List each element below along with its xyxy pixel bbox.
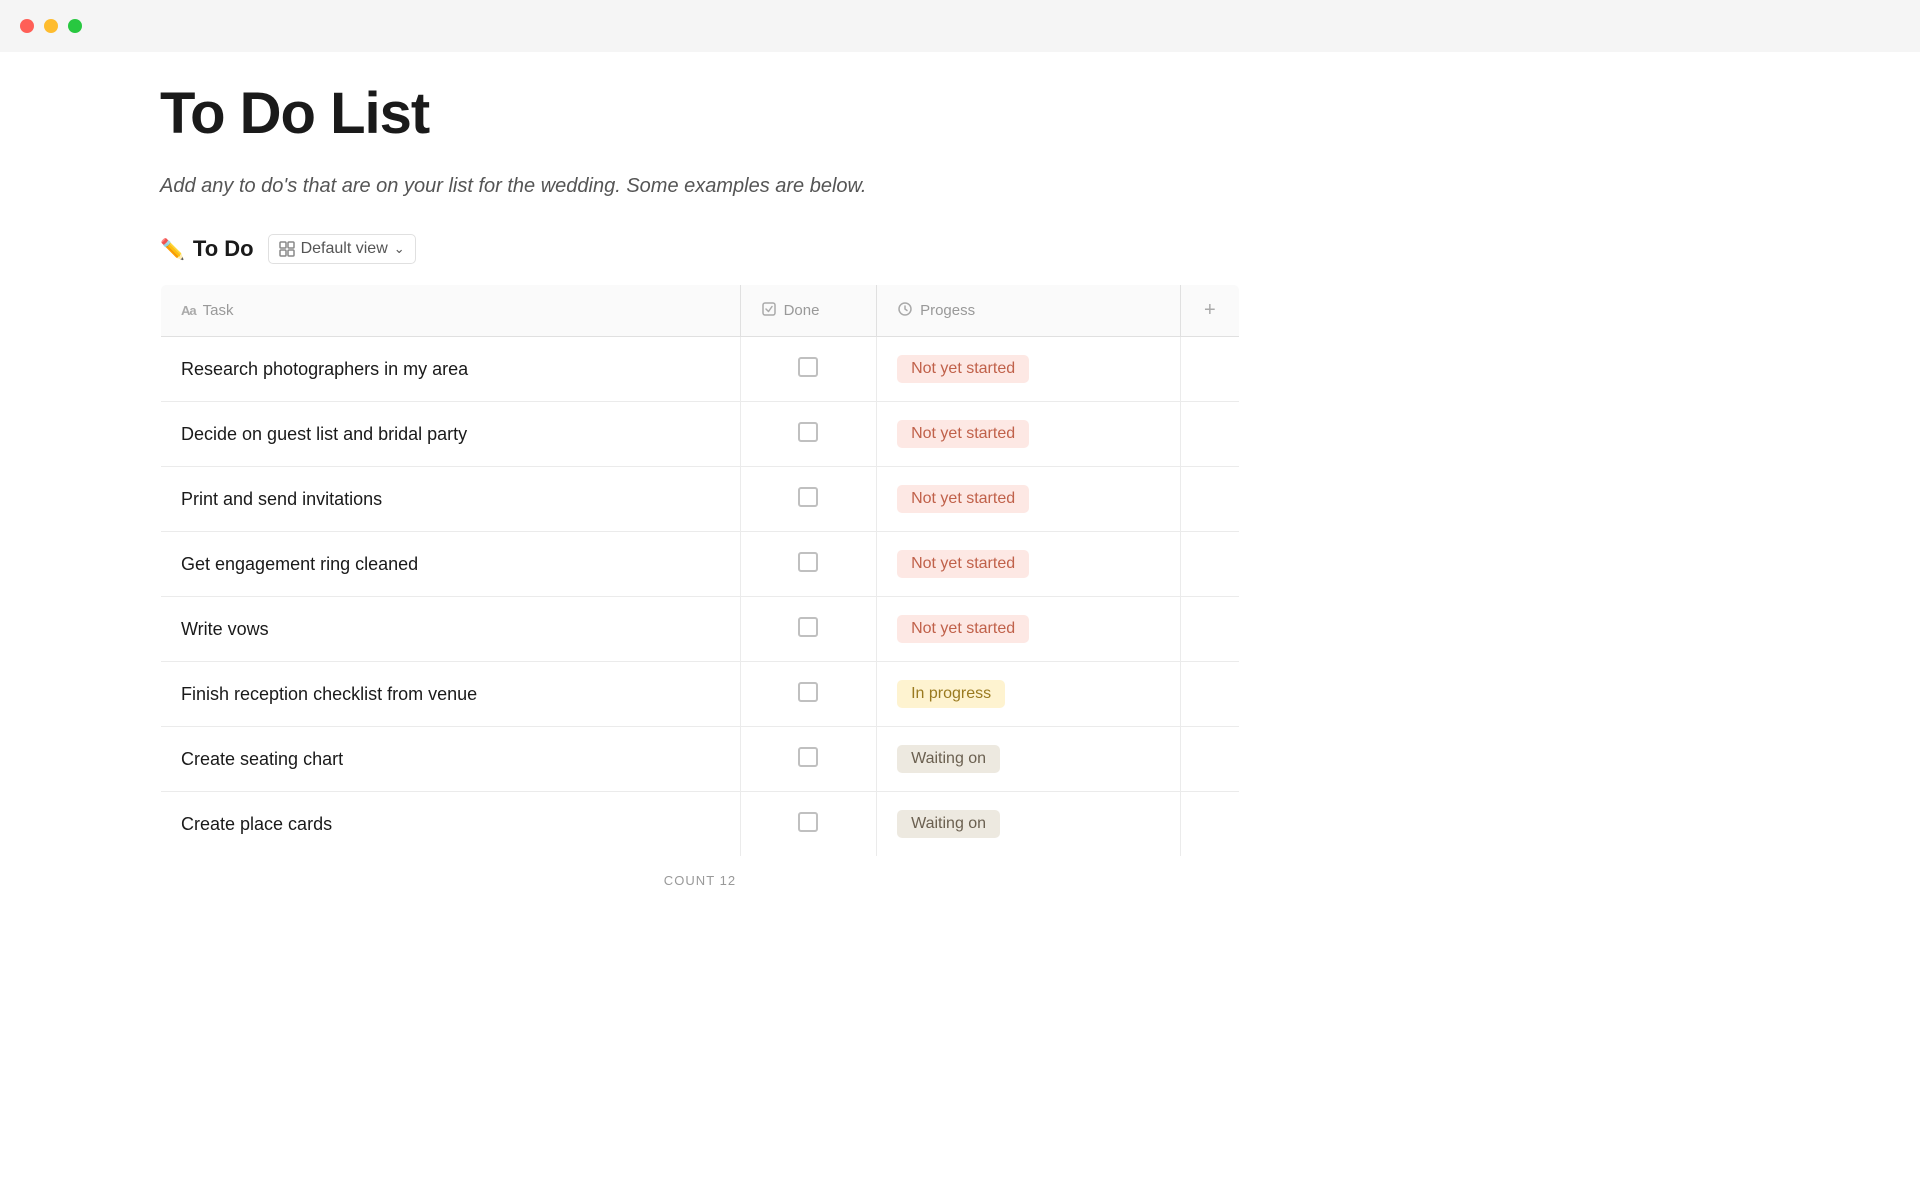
- task-checkbox[interactable]: [798, 487, 818, 507]
- task-done-cell[interactable]: [740, 727, 876, 792]
- page-subtitle: Add any to do's that are on your list fo…: [160, 175, 1240, 198]
- view-label: Default view: [301, 240, 388, 258]
- task-name-cell: Finish reception checklist from venue: [161, 662, 741, 727]
- task-name-cell: Print and send invitations: [161, 467, 741, 532]
- add-column-icon[interactable]: +: [1204, 299, 1216, 321]
- count-value: 12: [720, 873, 737, 888]
- task-extra-cell: [1180, 337, 1239, 402]
- database-title: ✏️ To Do: [160, 236, 254, 262]
- status-badge[interactable]: Not yet started: [897, 420, 1029, 448]
- task-name: Decide on guest list and bridal party: [181, 424, 467, 444]
- table-row: Finish reception checklist from venue In…: [161, 662, 1240, 727]
- table-row: Decide on guest list and bridal party No…: [161, 402, 1240, 467]
- column-header-add[interactable]: +: [1180, 285, 1239, 337]
- view-selector-button[interactable]: Default view ⌄: [268, 234, 416, 264]
- task-status-cell[interactable]: Waiting on: [877, 792, 1181, 857]
- table-footer: COUNT 12: [160, 873, 1240, 888]
- task-status-cell[interactable]: Not yet started: [877, 402, 1181, 467]
- task-extra-cell: [1180, 402, 1239, 467]
- database-title-text: To Do: [193, 236, 254, 262]
- task-status-cell[interactable]: Not yet started: [877, 597, 1181, 662]
- table-row: Research photographers in my area Not ye…: [161, 337, 1240, 402]
- task-checkbox[interactable]: [798, 552, 818, 572]
- table-row: Create seating chart Waiting on: [161, 727, 1240, 792]
- task-status-cell[interactable]: In progress: [877, 662, 1181, 727]
- table-row: Get engagement ring cleaned Not yet star…: [161, 532, 1240, 597]
- column-header-task: Aa Task: [161, 285, 741, 337]
- pencil-icon: ✏️: [160, 237, 185, 262]
- task-name-cell: Create place cards: [161, 792, 741, 857]
- task-status-cell[interactable]: Waiting on: [877, 727, 1181, 792]
- maximize-button[interactable]: [68, 19, 82, 33]
- task-name: Print and send invitations: [181, 489, 382, 509]
- status-badge[interactable]: Waiting on: [897, 745, 1000, 773]
- minimize-button[interactable]: [44, 19, 58, 33]
- status-badge[interactable]: Not yet started: [897, 485, 1029, 513]
- main-content: To Do List Add any to do's that are on y…: [0, 0, 1400, 948]
- task-name-cell: Create seating chart: [161, 727, 741, 792]
- status-badge[interactable]: Not yet started: [897, 615, 1029, 643]
- tasks-table: Aa Task Done: [160, 284, 1240, 857]
- task-name: Finish reception checklist from venue: [181, 684, 477, 704]
- table-row: Create place cards Waiting on: [161, 792, 1240, 857]
- task-status-cell[interactable]: Not yet started: [877, 532, 1181, 597]
- page-title: To Do List: [160, 80, 1240, 147]
- task-checkbox[interactable]: [798, 357, 818, 377]
- task-name: Create place cards: [181, 814, 332, 834]
- task-done-cell[interactable]: [740, 337, 876, 402]
- chevron-down-icon: ⌄: [394, 241, 405, 257]
- task-name: Get engagement ring cleaned: [181, 554, 418, 574]
- column-header-done: Done: [740, 285, 876, 337]
- task-checkbox[interactable]: [798, 682, 818, 702]
- progress-icon: [897, 301, 913, 320]
- task-done-cell[interactable]: [740, 402, 876, 467]
- status-badge[interactable]: Not yet started: [897, 550, 1029, 578]
- task-extra-cell: [1180, 662, 1239, 727]
- task-name: Create seating chart: [181, 749, 343, 769]
- table-header-row: Aa Task Done: [161, 285, 1240, 337]
- task-done-cell[interactable]: [740, 662, 876, 727]
- task-name: Write vows: [181, 619, 269, 639]
- table-row: Print and send invitations Not yet start…: [161, 467, 1240, 532]
- task-name-cell: Decide on guest list and bridal party: [161, 402, 741, 467]
- task-done-cell[interactable]: [740, 597, 876, 662]
- task-done-cell[interactable]: [740, 792, 876, 857]
- status-badge[interactable]: Waiting on: [897, 810, 1000, 838]
- close-button[interactable]: [20, 19, 34, 33]
- table-row: Write vows Not yet started: [161, 597, 1240, 662]
- task-done-cell[interactable]: [740, 467, 876, 532]
- task-extra-cell: [1180, 532, 1239, 597]
- status-badge[interactable]: Not yet started: [897, 355, 1029, 383]
- task-extra-cell: [1180, 727, 1239, 792]
- task-checkbox[interactable]: [798, 617, 818, 637]
- task-checkbox[interactable]: [798, 747, 818, 767]
- task-status-cell[interactable]: Not yet started: [877, 337, 1181, 402]
- column-header-progress: Progess: [877, 285, 1181, 337]
- titlebar: [0, 0, 1920, 52]
- task-name-cell: Research photographers in my area: [161, 337, 741, 402]
- checkbox-icon: [761, 301, 777, 321]
- task-name-cell: Write vows: [161, 597, 741, 662]
- text-type-icon: Aa: [181, 303, 196, 318]
- task-extra-cell: [1180, 467, 1239, 532]
- database-header: ✏️ To Do Default view ⌄: [160, 234, 1240, 264]
- grid-icon: [279, 241, 295, 257]
- task-status-cell[interactable]: Not yet started: [877, 467, 1181, 532]
- task-checkbox[interactable]: [798, 812, 818, 832]
- count-label: COUNT: [664, 873, 715, 888]
- task-checkbox[interactable]: [798, 422, 818, 442]
- status-badge[interactable]: In progress: [897, 680, 1005, 708]
- task-extra-cell: [1180, 597, 1239, 662]
- task-extra-cell: [1180, 792, 1239, 857]
- task-done-cell[interactable]: [740, 532, 876, 597]
- task-name: Research photographers in my area: [181, 359, 468, 379]
- task-name-cell: Get engagement ring cleaned: [161, 532, 741, 597]
